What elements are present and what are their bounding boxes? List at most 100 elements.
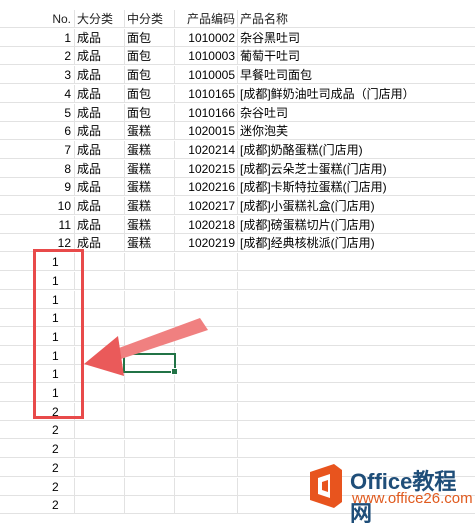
empty-cell[interactable] [175,440,238,459]
cell-subcategory[interactable]: 面包 [125,103,175,122]
header-product-code[interactable]: 产品编码 [175,10,238,28]
cell-subcategory[interactable]: 面包 [125,66,175,85]
empty-cell[interactable] [175,309,238,328]
cell-product-code[interactable]: 1010003 [175,47,238,66]
cell-no[interactable]: 2 [0,47,75,66]
cell-product-name[interactable]: 早餐吐司面包 [238,66,475,85]
empty-cell[interactable] [238,384,475,402]
cell-product-code[interactable]: 1010165 [175,84,238,103]
cell-subcategory[interactable]: 蛋糕 [125,159,175,178]
cell-category[interactable]: 成品 [75,47,125,66]
empty-cell[interactable] [175,271,238,290]
empty-cell[interactable] [125,271,175,290]
cell-no[interactable]: 3 [0,66,75,85]
cell-category[interactable]: 成品 [75,159,125,178]
cell-product-code[interactable]: 1020217 [175,197,238,215]
empty-cell[interactable] [125,384,175,402]
cell-no[interactable]: 4 [0,84,75,103]
cell-no[interactable]: 1 [0,28,75,47]
cell-product-code[interactable]: 1010166 [175,103,238,122]
cell-col-a[interactable]: 2 [0,421,75,440]
selected-cell[interactable] [123,353,178,375]
cell-product-name[interactable]: 葡萄干吐司 [238,47,475,66]
cell-no[interactable]: 9 [0,178,75,197]
cell-category[interactable]: 成品 [75,103,125,122]
cell-subcategory[interactable]: 面包 [125,84,175,103]
empty-cell[interactable] [175,496,238,515]
empty-cell[interactable] [125,440,175,459]
empty-cell[interactable] [238,365,475,384]
empty-cell[interactable] [238,253,475,272]
empty-cell[interactable] [125,421,175,440]
header-product-name[interactable]: 产品名称 [238,10,475,28]
cell-product-name[interactable]: 迷你泡芙 [238,122,475,141]
cell-col-a[interactable]: 2 [0,440,75,459]
cell-subcategory[interactable]: 面包 [125,47,175,66]
cell-product-code[interactable]: 1010002 [175,28,238,47]
cell-category[interactable]: 成品 [75,178,125,197]
empty-cell[interactable] [175,327,238,346]
cell-product-name[interactable]: [成都]小蛋糕礼盒(门店用) [238,197,475,215]
cell-product-name[interactable]: [成都]云朵芝士蛋糕(门店用) [238,160,475,178]
empty-cell[interactable] [125,253,175,272]
cell-product-name[interactable]: 杂谷吐司 [238,104,475,122]
empty-cell[interactable] [175,253,238,272]
cell-no[interactable]: 5 [0,103,75,122]
cell-product-code[interactable]: 1010005 [175,66,238,85]
empty-cell[interactable] [175,290,238,309]
cell-category[interactable]: 成品 [75,66,125,85]
cell-product-name[interactable]: [成都]鲜奶油吐司成品（门店用） [238,85,475,103]
cell-product-code[interactable]: 1020216 [175,178,238,197]
cell-col-a[interactable]: 2 [0,458,75,477]
cell-category[interactable]: 成品 [75,122,125,141]
empty-cell[interactable] [238,421,475,440]
cell-subcategory[interactable]: 蛋糕 [125,178,175,197]
cell-product-code[interactable]: 1020219 [175,234,238,253]
empty-cell[interactable] [125,327,175,346]
cell-product-name[interactable]: [成都]经典核桃派(门店用) [238,234,475,253]
empty-cell[interactable] [175,477,238,496]
cell-col-a[interactable]: 2 [0,496,75,515]
empty-cell[interactable] [125,309,175,328]
header-subcategory[interactable]: 中分类 [125,10,175,28]
cell-col-a[interactable]: 2 [0,477,75,496]
empty-cell[interactable] [125,496,175,515]
empty-cell[interactable] [125,290,175,309]
empty-cell[interactable] [175,346,238,365]
cell-product-name[interactable]: [成都]卡斯特拉蛋糕(门店用) [238,178,475,197]
empty-cell[interactable] [238,291,475,309]
cell-category[interactable]: 成品 [75,215,125,234]
empty-cell[interactable] [75,496,125,515]
empty-cell[interactable] [75,440,125,459]
empty-cell[interactable] [238,347,475,365]
cell-subcategory[interactable]: 蛋糕 [125,140,175,159]
cell-no[interactable]: 10 [0,197,75,215]
empty-cell[interactable] [125,402,175,421]
cell-subcategory[interactable]: 蛋糕 [125,197,175,215]
empty-cell[interactable] [125,477,175,496]
empty-cell[interactable] [175,421,238,440]
empty-cell[interactable] [175,384,238,402]
cell-subcategory[interactable]: 面包 [125,28,175,47]
empty-cell[interactable] [238,403,475,421]
cell-subcategory[interactable]: 蛋糕 [125,234,175,253]
empty-cell[interactable] [75,458,125,477]
header-category[interactable]: 大分类 [75,10,125,28]
cell-no[interactable]: 8 [0,159,75,178]
cell-category[interactable]: 成品 [75,84,125,103]
cell-no[interactable]: 7 [0,140,75,159]
empty-cell[interactable] [238,328,475,346]
cell-category[interactable]: 成品 [75,197,125,215]
empty-cell[interactable] [125,458,175,477]
cell-product-code[interactable]: 1020218 [175,215,238,234]
header-no[interactable]: No. [0,10,75,28]
cell-product-code[interactable]: 1020215 [175,159,238,178]
cell-product-name[interactable]: [成都]磅蛋糕切片(门店用) [238,216,475,234]
empty-cell[interactable] [75,421,125,440]
cell-no[interactable]: 6 [0,122,75,141]
empty-cell[interactable] [238,440,475,459]
cell-product-name[interactable]: [成都]奶酪蛋糕(门店用) [238,141,475,159]
cell-no[interactable]: 11 [0,215,75,234]
cell-product-code[interactable]: 1020214 [175,140,238,159]
empty-cell[interactable] [238,272,475,290]
